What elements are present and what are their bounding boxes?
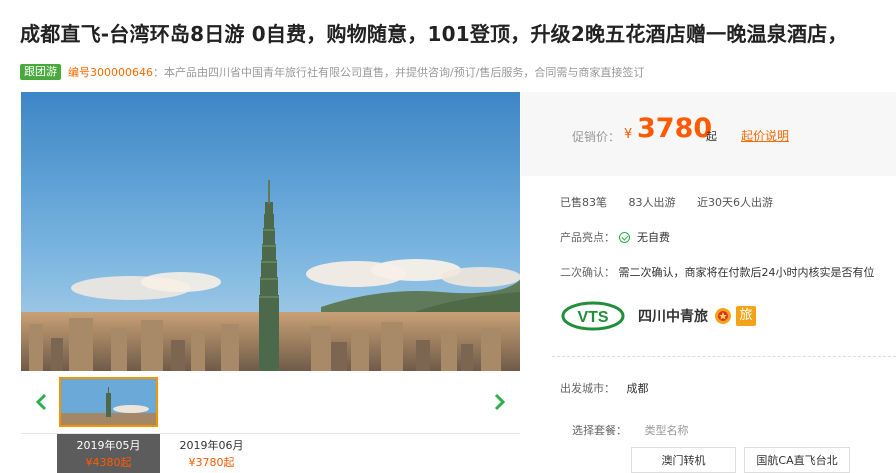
product-subline: 跟团游 编号300000646 ：本产品由四川省中国青年旅行社有限公司直售，并提… xyxy=(20,64,644,80)
month-price: ¥3780起 xyxy=(188,456,235,469)
taipei-skyline-photo xyxy=(21,92,520,371)
highlight-label: 产品亮点： xyxy=(560,231,615,244)
price-amount: 3780 xyxy=(637,113,713,144)
gallery-prev-button[interactable] xyxy=(29,389,53,415)
month-label: 2019年06月 xyxy=(179,439,244,452)
confirmation-row: 二次确认： 需二次确认，商家将在付款后24小时内核实是否有位 xyxy=(560,264,875,280)
confirm-value: 需二次确认，商家将在付款后24小时内核实是否有位 xyxy=(618,266,875,279)
chevron-right-icon xyxy=(494,393,506,411)
gallery-next-button[interactable] xyxy=(488,389,512,415)
price-suffix: 起 xyxy=(706,130,717,143)
departure-row: 出发城市： 成都 xyxy=(560,380,649,396)
confirm-label: 二次确认： xyxy=(560,266,615,279)
tour-type-badge: 跟团游 xyxy=(20,64,61,80)
price-label: 促销价： xyxy=(572,130,621,144)
month-price: ¥4380起 xyxy=(85,456,132,469)
traveler-count: 83人出游 xyxy=(628,196,676,209)
currency-symbol: ¥ xyxy=(624,127,633,142)
month-label: 2019年05月 xyxy=(76,439,141,452)
chevron-left-icon xyxy=(35,393,47,411)
thumbnail-skyline xyxy=(61,379,156,425)
agency-logo-text: VTS xyxy=(577,309,608,326)
package-type-label: 类型名称 xyxy=(644,424,689,437)
departure-label: 出发城市： xyxy=(560,382,615,395)
recent-traveler-count: 近30天6人出游 xyxy=(697,196,773,209)
package-option-ca-direct[interactable]: 国航CA直飞台北 xyxy=(744,447,850,473)
price-box: 促销价： ¥ 3780 起 起价说明 xyxy=(521,92,896,176)
section-divider xyxy=(552,356,896,357)
product-code: 编号300000646 xyxy=(68,66,153,79)
price-explain-link[interactable]: 起价说明 xyxy=(741,127,789,144)
police-badge-icon xyxy=(715,308,731,324)
thumbnail-image[interactable] xyxy=(59,377,158,427)
sales-stats: 已售83笔 83人出游 近30天6人出游 xyxy=(560,194,791,210)
main-photo[interactable] xyxy=(21,92,520,371)
product-title: 成都直飞-台湾环岛8日游 0自费，购物随意，101登顶，升级2晚五花酒店赠一晚温… xyxy=(20,22,848,46)
product-highlight-row: 产品亮点： 无自费 xyxy=(560,229,670,245)
thumbnail-strip xyxy=(21,371,520,434)
agency-name[interactable]: 四川中青旅 xyxy=(638,306,708,326)
product-page: 成都直飞-台湾环岛8日游 0自费，购物随意，101登顶，升级2晚五花酒店赠一晚温… xyxy=(0,0,896,473)
check-circle-icon xyxy=(618,232,630,243)
month-option[interactable]: 2019年06月 ¥3780起 xyxy=(160,434,263,473)
highlight-value: 无自费 xyxy=(637,231,670,244)
package-label: 选择套餐： xyxy=(572,424,627,437)
package-row: 选择套餐： 类型名称 xyxy=(560,422,689,438)
sold-count: 已售83笔 xyxy=(560,196,607,209)
product-note: ：本产品由四川省中国青年旅行社有限公司直售，并提供咨询/预订/售后服务，合同需与… xyxy=(153,66,645,79)
month-option[interactable]: 2019年05月 ¥4380起 xyxy=(57,434,160,473)
agency-logo[interactable]: VTS xyxy=(560,300,626,332)
month-selector: 2019年05月 ¥4380起 2019年06月 ¥3780起 xyxy=(57,434,263,473)
departure-value: 成都 xyxy=(626,382,649,395)
travel-agency-badge: 旅 xyxy=(736,306,756,326)
package-option-macau[interactable]: 澳门转机 xyxy=(631,447,736,473)
agency-info: VTS 四川中青旅 旅 xyxy=(560,300,756,332)
